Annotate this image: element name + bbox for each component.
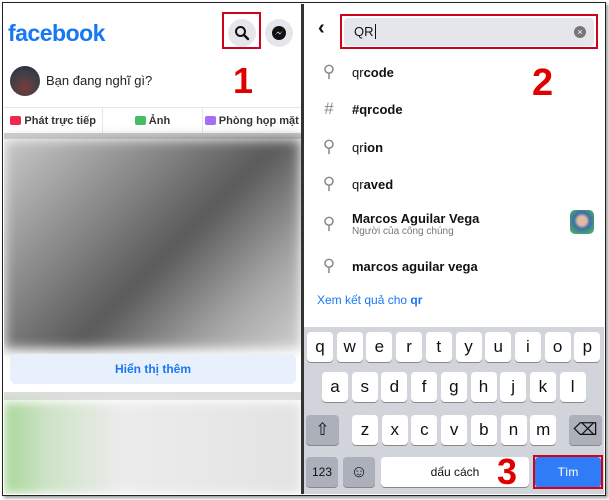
- suggestion-item[interactable]: ⚲ qr code: [318, 60, 394, 84]
- numbers-key[interactable]: 123: [306, 457, 338, 487]
- key-n[interactable]: n: [500, 415, 527, 445]
- blurred-post: [4, 402, 301, 494]
- suggestion-subtitle: Người của công chúng: [352, 226, 454, 237]
- live-video-label: Phát trực tiếp: [24, 114, 96, 127]
- key-i[interactable]: i: [514, 332, 541, 362]
- suggestion-item[interactable]: ⚲ Marcos Aguilar Vega Người của công chúng: [318, 208, 480, 240]
- photo-icon: [134, 116, 146, 125]
- suggestion-bold: marcos aguilar vega: [352, 258, 478, 274]
- see-all-results-link[interactable]: Xem kết quả cho qr: [317, 293, 422, 307]
- shift-key[interactable]: ⇧: [306, 415, 339, 445]
- photo-label: Ảnh: [148, 114, 171, 127]
- key-t[interactable]: t: [425, 332, 452, 362]
- keyboard: q w e r t y u i o p a s d f g h j k l z x c v b n m ⇧ ⌫ 123 ☺ dấu cách…: [304, 327, 604, 494]
- suggestion-bold: code: [363, 64, 394, 80]
- key-h[interactable]: h: [470, 372, 497, 402]
- key-a[interactable]: a: [322, 372, 348, 402]
- highlight-box-search-key: [533, 455, 603, 489]
- suggestion-item[interactable]: ⚲ qr aved: [318, 172, 393, 196]
- key-p[interactable]: p: [574, 332, 601, 362]
- show-more-button[interactable]: Hiển thị thêm: [10, 354, 296, 384]
- key-v[interactable]: v: [441, 415, 468, 445]
- search-screen: ‹ QR × 2 ⚲ qr code # #qrcode ⚲ qr ion ⚲ qr ave…: [304, 4, 604, 494]
- search-icon: ⚲: [322, 137, 336, 156]
- facebook-logo: facebook: [8, 20, 105, 46]
- key-x[interactable]: x: [381, 415, 408, 445]
- step-number-3: 3: [497, 451, 518, 492]
- profile-thumbnail: [570, 210, 594, 234]
- search-icon: ⚲: [322, 62, 336, 81]
- search-icon: ⚲: [322, 256, 336, 275]
- key-d[interactable]: d: [381, 372, 408, 402]
- back-icon[interactable]: ‹: [318, 17, 325, 40]
- facebook-home-screen: facebook 1 Bạn đang nghĩ gì? Phát trực t…: [4, 4, 301, 494]
- key-k[interactable]: k: [529, 372, 556, 402]
- key-c[interactable]: c: [411, 415, 438, 445]
- messenger-button[interactable]: [265, 19, 293, 47]
- key-q[interactable]: q: [307, 332, 333, 362]
- room-icon: [204, 116, 216, 125]
- key-w[interactable]: w: [336, 332, 363, 362]
- messenger-icon: [272, 26, 286, 40]
- search-icon: ⚲: [322, 214, 336, 233]
- backspace-key[interactable]: ⌫: [569, 415, 602, 445]
- key-e[interactable]: e: [366, 332, 393, 362]
- suggestion-item[interactable]: ⚲ qr ion: [318, 135, 383, 159]
- suggestion-prefix: qr: [352, 139, 364, 155]
- emoji-icon: ☺: [350, 462, 368, 481]
- step-number-1: 1: [233, 60, 254, 101]
- key-f[interactable]: f: [411, 372, 438, 402]
- suggestion-bold: aved: [363, 176, 394, 192]
- key-y[interactable]: y: [455, 332, 482, 362]
- divider: [4, 392, 301, 400]
- key-u[interactable]: u: [485, 332, 512, 362]
- suggestion-prefix: qr: [352, 64, 364, 80]
- key-b[interactable]: b: [470, 415, 497, 445]
- live-video-icon: [10, 116, 22, 125]
- room-button[interactable]: Phòng họp mặt: [203, 108, 301, 133]
- live-video-button[interactable]: Phát trực tiếp: [4, 108, 104, 133]
- shift-icon: ⇧: [315, 420, 330, 439]
- avatar[interactable]: [10, 66, 40, 96]
- key-s[interactable]: s: [351, 372, 378, 402]
- see-all-prefix: Xem kết quả cho: [317, 293, 411, 307]
- composer-prompt[interactable]: Bạn đang nghĩ gì?: [46, 73, 152, 88]
- highlight-box-search: [222, 12, 261, 49]
- backspace-icon: ⌫: [573, 420, 598, 439]
- see-all-query: qr: [410, 293, 423, 307]
- photo-button[interactable]: Ảnh: [103, 108, 203, 133]
- key-z[interactable]: z: [352, 415, 378, 445]
- key-r[interactable]: r: [396, 332, 423, 362]
- search-icon: ⚲: [322, 174, 336, 193]
- step-number-2: 2: [532, 62, 554, 104]
- key-l[interactable]: l: [559, 372, 586, 402]
- highlight-box-search-input: [340, 14, 598, 49]
- key-m[interactable]: m: [530, 415, 557, 445]
- key-o[interactable]: o: [544, 332, 571, 362]
- room-label: Phòng họp mặt: [218, 114, 299, 127]
- hashtag-icon: #: [324, 99, 334, 118]
- suggestion-prefix: qr: [352, 176, 364, 192]
- emoji-key[interactable]: ☺: [343, 457, 375, 487]
- suggestion-item[interactable]: # #qrcode: [318, 97, 403, 121]
- suggestion-bold: ion: [363, 139, 384, 155]
- key-j[interactable]: j: [500, 372, 527, 402]
- composer-actions: Phát trực tiếp Ảnh Phòng họp mặt: [4, 107, 301, 133]
- key-g[interactable]: g: [440, 372, 467, 402]
- suggestion-bold: #qrcode: [352, 101, 403, 117]
- suggestion-bold: Marcos Aguilar Vega: [352, 211, 480, 226]
- suggestion-item[interactable]: ⚲ marcos aguilar vega: [318, 254, 478, 278]
- blurred-post-image: [4, 139, 301, 349]
